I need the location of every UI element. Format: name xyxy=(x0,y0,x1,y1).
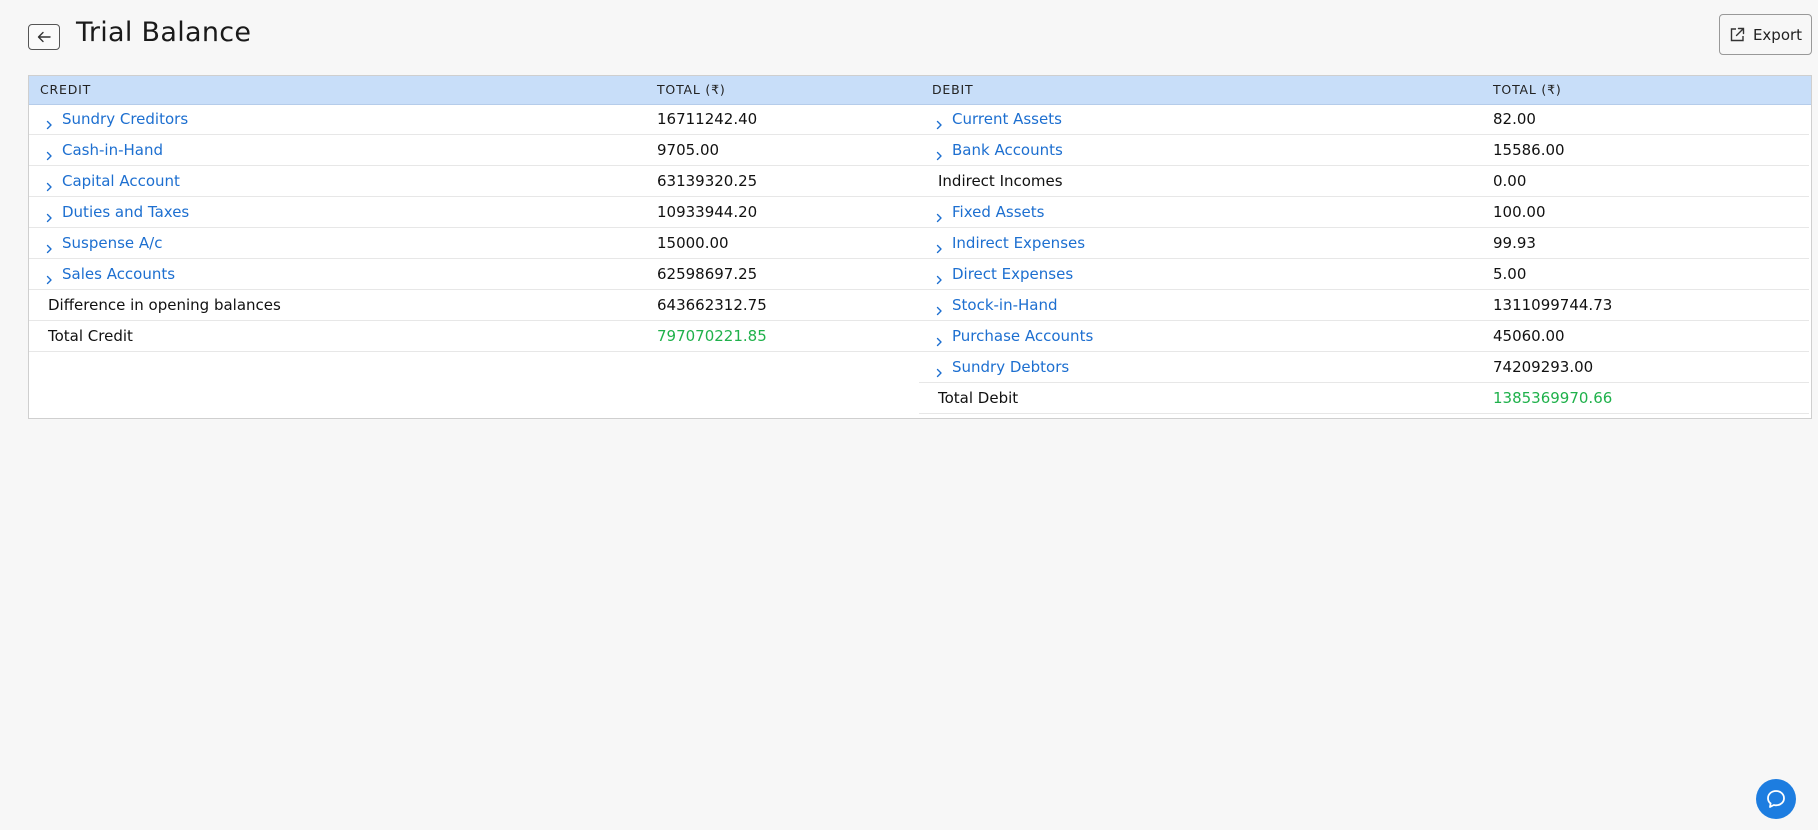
page-title: Trial Balance xyxy=(76,17,252,48)
credit-account-amount: 62598697.25 xyxy=(657,265,758,283)
chevron-right-icon[interactable] xyxy=(44,239,54,254)
credit-account-amount: 643662312.75 xyxy=(657,296,767,314)
debit-account-name[interactable]: Purchase Accounts xyxy=(952,321,1093,352)
debit-account-name[interactable]: Current Assets xyxy=(952,104,1062,135)
arrow-left-icon xyxy=(37,31,51,43)
chevron-right-icon[interactable] xyxy=(44,270,54,285)
debit-total-label: Total Debit xyxy=(938,389,1019,407)
credit-account-amount: 63139320.25 xyxy=(657,172,758,190)
debit-account-amount: 82.00 xyxy=(1493,110,1536,128)
credit-account-amount: 10933944.20 xyxy=(657,203,758,221)
credit-account-name[interactable]: Capital Account xyxy=(62,166,180,197)
debit-account-name[interactable]: Sundry Debtors xyxy=(952,352,1069,383)
credit-row-duties-and-taxes[interactable]: Duties and Taxes 10933944.20 xyxy=(29,197,919,228)
debit-account-amount: 5.00 xyxy=(1493,265,1527,283)
chat-bubble-icon xyxy=(1767,790,1785,808)
export-label: Export xyxy=(1752,25,1803,44)
debit-row-indirect-expenses[interactable]: Indirect Expenses 99.93 xyxy=(919,228,1809,259)
credit-account-name[interactable]: Sundry Creditors xyxy=(62,104,188,135)
debit-account-amount: 0.00 xyxy=(1493,172,1527,190)
chevron-right-icon[interactable] xyxy=(934,239,944,254)
debit-total-column-header: TOTAL (₹) xyxy=(1493,82,1562,97)
debit-account-name[interactable]: Indirect Expenses xyxy=(952,228,1085,259)
debit-account-amount: 45060.00 xyxy=(1493,327,1565,345)
credit-column-header: CREDIT xyxy=(40,82,92,97)
credit-row-sales-accounts[interactable]: Sales Accounts 62598697.25 xyxy=(29,259,919,290)
chevron-right-icon[interactable] xyxy=(934,363,944,378)
chevron-right-icon[interactable] xyxy=(934,146,944,161)
export-icon xyxy=(1730,27,1745,41)
chevron-right-icon[interactable] xyxy=(44,115,54,130)
debit-account-name[interactable]: Fixed Assets xyxy=(952,197,1044,228)
debit-row-bank-accounts[interactable]: Bank Accounts 15586.00 xyxy=(919,135,1809,166)
debit-account-amount: 15586.00 xyxy=(1493,141,1565,159)
trial-balance-table: CREDIT TOTAL (₹) DEBIT TOTAL (₹) Sundry … xyxy=(28,75,1812,419)
debit-account-amount: 100.00 xyxy=(1493,203,1546,221)
chevron-right-icon[interactable] xyxy=(44,177,54,192)
debit-account-amount: 99.93 xyxy=(1493,234,1536,252)
credit-account-name[interactable]: Sales Accounts xyxy=(62,259,175,290)
back-button[interactable] xyxy=(28,24,60,50)
table-header: CREDIT TOTAL (₹) DEBIT TOTAL (₹) xyxy=(29,76,1811,105)
chat-button[interactable] xyxy=(1756,779,1796,819)
debit-account-name[interactable]: Bank Accounts xyxy=(952,135,1063,166)
debit-total-amount: 1385369970.66 xyxy=(1493,389,1613,407)
credit-section: Sundry Creditors 16711242.40 Cash-in-Hand 9… xyxy=(29,104,919,352)
export-button[interactable]: Export xyxy=(1719,14,1812,55)
debit-section: Current Assets 82.00 Bank Accounts 15586.00… xyxy=(919,104,1809,414)
credit-total-label: Total Credit xyxy=(48,327,133,345)
chevron-right-icon[interactable] xyxy=(934,270,944,285)
credit-row-sundry-creditors[interactable]: Sundry Creditors 16711242.40 xyxy=(29,104,919,135)
debit-row-sundry-debtors[interactable]: Sundry Debtors 74209293.00 xyxy=(919,352,1809,383)
credit-total-amount: 797070221.85 xyxy=(657,327,767,345)
debit-account-amount: 1311099744.73 xyxy=(1493,296,1613,314)
chevron-right-icon[interactable] xyxy=(934,332,944,347)
debit-row-purchase-accounts[interactable]: Purchase Accounts 45060.00 xyxy=(919,321,1809,352)
chevron-right-icon[interactable] xyxy=(934,115,944,130)
credit-account-name[interactable]: Duties and Taxes xyxy=(62,197,189,228)
credit-row-difference-in-opening-balances: Difference in opening balances 643662312.… xyxy=(29,290,919,321)
chevron-right-icon[interactable] xyxy=(934,301,944,316)
debit-row-indirect-incomes: Indirect Incomes 0.00 xyxy=(919,166,1809,197)
debit-row-fixed-assets[interactable]: Fixed Assets 100.00 xyxy=(919,197,1809,228)
credit-account-name: Difference in opening balances xyxy=(48,296,281,314)
debit-account-name[interactable]: Stock-in-Hand xyxy=(952,290,1058,321)
credit-account-amount: 9705.00 xyxy=(657,141,720,159)
credit-account-name[interactable]: Suspense A/c xyxy=(62,228,162,259)
chevron-right-icon[interactable] xyxy=(44,208,54,223)
credit-total-column-header: TOTAL (₹) xyxy=(657,82,726,97)
credit-row-capital-account[interactable]: Capital Account 63139320.25 xyxy=(29,166,919,197)
debit-total-row: Total Debit 1385369970.66 xyxy=(919,383,1809,414)
credit-account-name[interactable]: Cash-in-Hand xyxy=(62,135,163,166)
debit-column-header: DEBIT xyxy=(932,82,974,97)
chevron-right-icon[interactable] xyxy=(934,208,944,223)
chevron-right-icon[interactable] xyxy=(44,146,54,161)
debit-account-name[interactable]: Direct Expenses xyxy=(952,259,1073,290)
credit-account-amount: 15000.00 xyxy=(657,234,729,252)
debit-row-direct-expenses[interactable]: Direct Expenses 5.00 xyxy=(919,259,1809,290)
debit-row-stock-in-hand[interactable]: Stock-in-Hand 1311099744.73 xyxy=(919,290,1809,321)
credit-row-cash-in-hand[interactable]: Cash-in-Hand 9705.00 xyxy=(29,135,919,166)
debit-row-current-assets[interactable]: Current Assets 82.00 xyxy=(919,104,1809,135)
credit-total-row: Total Credit 797070221.85 xyxy=(29,321,919,352)
credit-row-suspense-a-c[interactable]: Suspense A/c 15000.00 xyxy=(29,228,919,259)
credit-account-amount: 16711242.40 xyxy=(657,110,758,128)
debit-account-amount: 74209293.00 xyxy=(1493,358,1594,376)
debit-account-name: Indirect Incomes xyxy=(938,172,1063,190)
